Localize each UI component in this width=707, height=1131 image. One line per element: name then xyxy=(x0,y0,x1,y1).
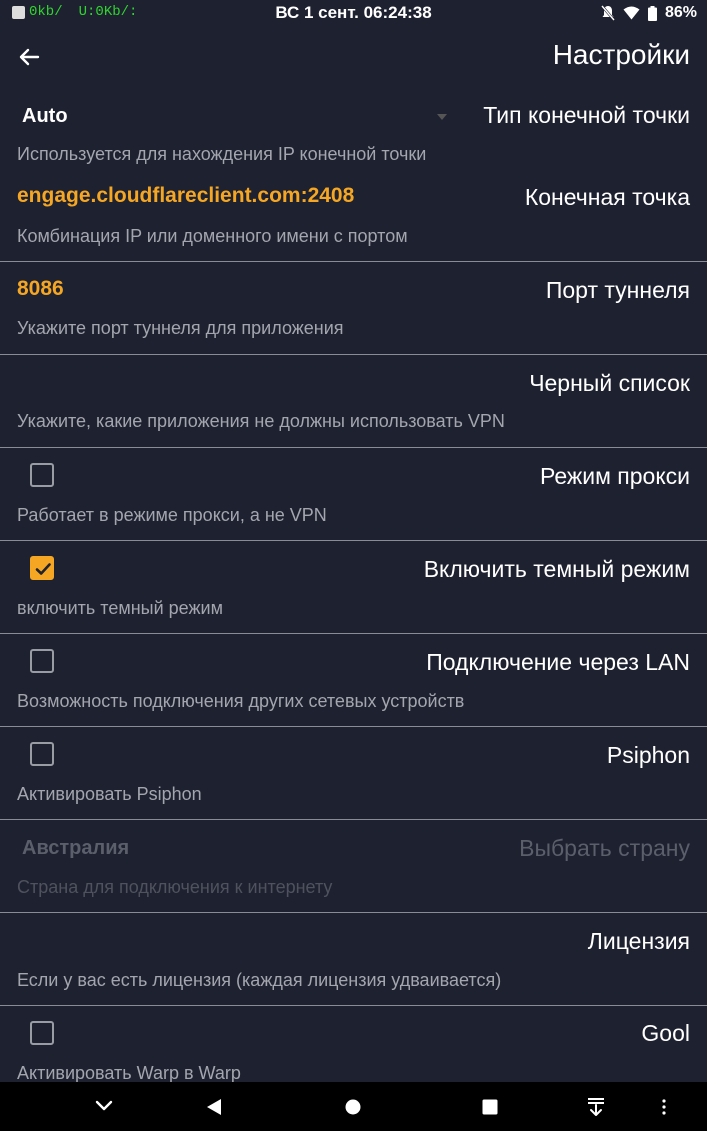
setting-psiphon[interactable]: Psiphon Активировать Psiphon xyxy=(0,730,707,818)
divider xyxy=(0,354,707,355)
silent-mode-icon xyxy=(601,5,615,21)
license-label: Лицензия xyxy=(587,928,690,954)
battery-percent: 86% xyxy=(664,4,697,21)
gool-label: Gool xyxy=(641,1020,690,1046)
back-arrow-icon[interactable] xyxy=(14,42,44,72)
hide-keyboard-chevron-icon[interactable] xyxy=(95,1100,113,1112)
battery-icon xyxy=(647,5,657,21)
dark-mode-description: включить темный режим xyxy=(17,598,223,618)
wifi-icon xyxy=(623,6,640,20)
tunnel-port-value: 8086 xyxy=(17,277,64,300)
lan-checkbox[interactable] xyxy=(30,649,54,673)
status-right: 86% xyxy=(601,4,697,22)
psiphon-checkbox[interactable] xyxy=(30,742,54,766)
divider xyxy=(0,912,707,913)
setting-gool[interactable]: Gool Активировать Warp в Warp xyxy=(0,1009,707,1083)
tunnel-port-description: Укажите порт туннеля для приложения xyxy=(17,318,344,338)
setting-blacklist[interactable]: Черный список Укажите, какие приложения … xyxy=(0,358,707,446)
proxy-mode-description: Работает в режиме прокси, а не VPN xyxy=(17,505,327,525)
psiphon-description: Активировать Psiphon xyxy=(17,784,202,804)
navigation-bar xyxy=(0,1082,707,1131)
endpoint-type-label: Тип конечной точки xyxy=(483,102,690,128)
setting-dark-mode[interactable]: Включить темный режим включить темный ре… xyxy=(0,544,707,632)
blacklist-description: Укажите, какие приложения не должны испо… xyxy=(17,411,505,431)
more-options-icon[interactable] xyxy=(661,1099,667,1115)
notification-pull-down-icon[interactable] xyxy=(586,1097,606,1117)
endpoint-type-description: Используется для нахождения IP конечной … xyxy=(17,144,427,164)
back-nav-icon[interactable] xyxy=(206,1098,222,1116)
tunnel-port-label: Порт туннеля xyxy=(545,277,690,303)
dark-mode-label: Включить темный режим xyxy=(423,556,690,582)
divider xyxy=(0,540,707,541)
proxy-mode-checkbox[interactable] xyxy=(30,463,54,487)
setting-lan[interactable]: Подключение через LAN Возможность подклю… xyxy=(0,637,707,725)
country-label: Выбрать страну xyxy=(519,835,690,861)
country-value: Австралия xyxy=(22,837,130,859)
divider xyxy=(0,726,707,727)
gool-description: Активировать Warp в Warp xyxy=(17,1063,241,1083)
country-description: Страна для подключения к интернету xyxy=(17,877,333,897)
proxy-mode-label: Режим прокси xyxy=(539,463,690,489)
setting-country: Австралия Выбрать страну Страна для подк… xyxy=(0,823,707,911)
setting-endpoint-type[interactable]: Auto Тип конечной точки Используется для… xyxy=(0,90,707,170)
divider xyxy=(0,633,707,634)
lan-description: Возможность подключения других сетевых у… xyxy=(17,691,465,711)
divider xyxy=(0,819,707,820)
setting-endpoint[interactable]: engage.cloudflareclient.com:2408 Конечна… xyxy=(0,172,707,260)
recents-nav-icon[interactable] xyxy=(482,1099,498,1115)
gool-checkbox[interactable] xyxy=(30,1021,54,1045)
divider xyxy=(0,261,707,262)
divider xyxy=(0,447,707,448)
setting-proxy-mode[interactable]: Режим прокси Работает в режиме прокси, а… xyxy=(0,451,707,539)
setting-tunnel-port[interactable]: 8086 Порт туннеля Укажите порт туннеля д… xyxy=(0,265,707,353)
lan-label: Подключение через LAN xyxy=(426,649,690,675)
status-bar: 0kb/ U:0Kb/: ВС 1 сент. 06:24:38 86% xyxy=(0,0,707,28)
endpoint-label: Конечная точка xyxy=(524,184,690,210)
endpoint-value: engage.cloudflareclient.com:2408 xyxy=(17,184,355,207)
blacklist-label: Черный список xyxy=(529,370,690,396)
page-title: Настройки xyxy=(552,39,690,70)
endpoint-type-select[interactable]: Auto xyxy=(22,105,68,128)
license-description: Если у вас есть лицензия (каждая лицензи… xyxy=(17,970,502,990)
psiphon-label: Psiphon xyxy=(606,742,690,768)
chevron-down-icon[interactable] xyxy=(437,114,447,120)
divider xyxy=(0,1005,707,1006)
dark-mode-checkbox[interactable] xyxy=(30,556,54,580)
checkmark-icon xyxy=(35,563,51,575)
home-nav-icon[interactable] xyxy=(345,1099,361,1115)
setting-license[interactable]: Лицензия Если у вас есть лицензия (кажда… xyxy=(0,916,707,1004)
endpoint-description: Комбинация IP или доменного имени с порт… xyxy=(17,226,408,246)
